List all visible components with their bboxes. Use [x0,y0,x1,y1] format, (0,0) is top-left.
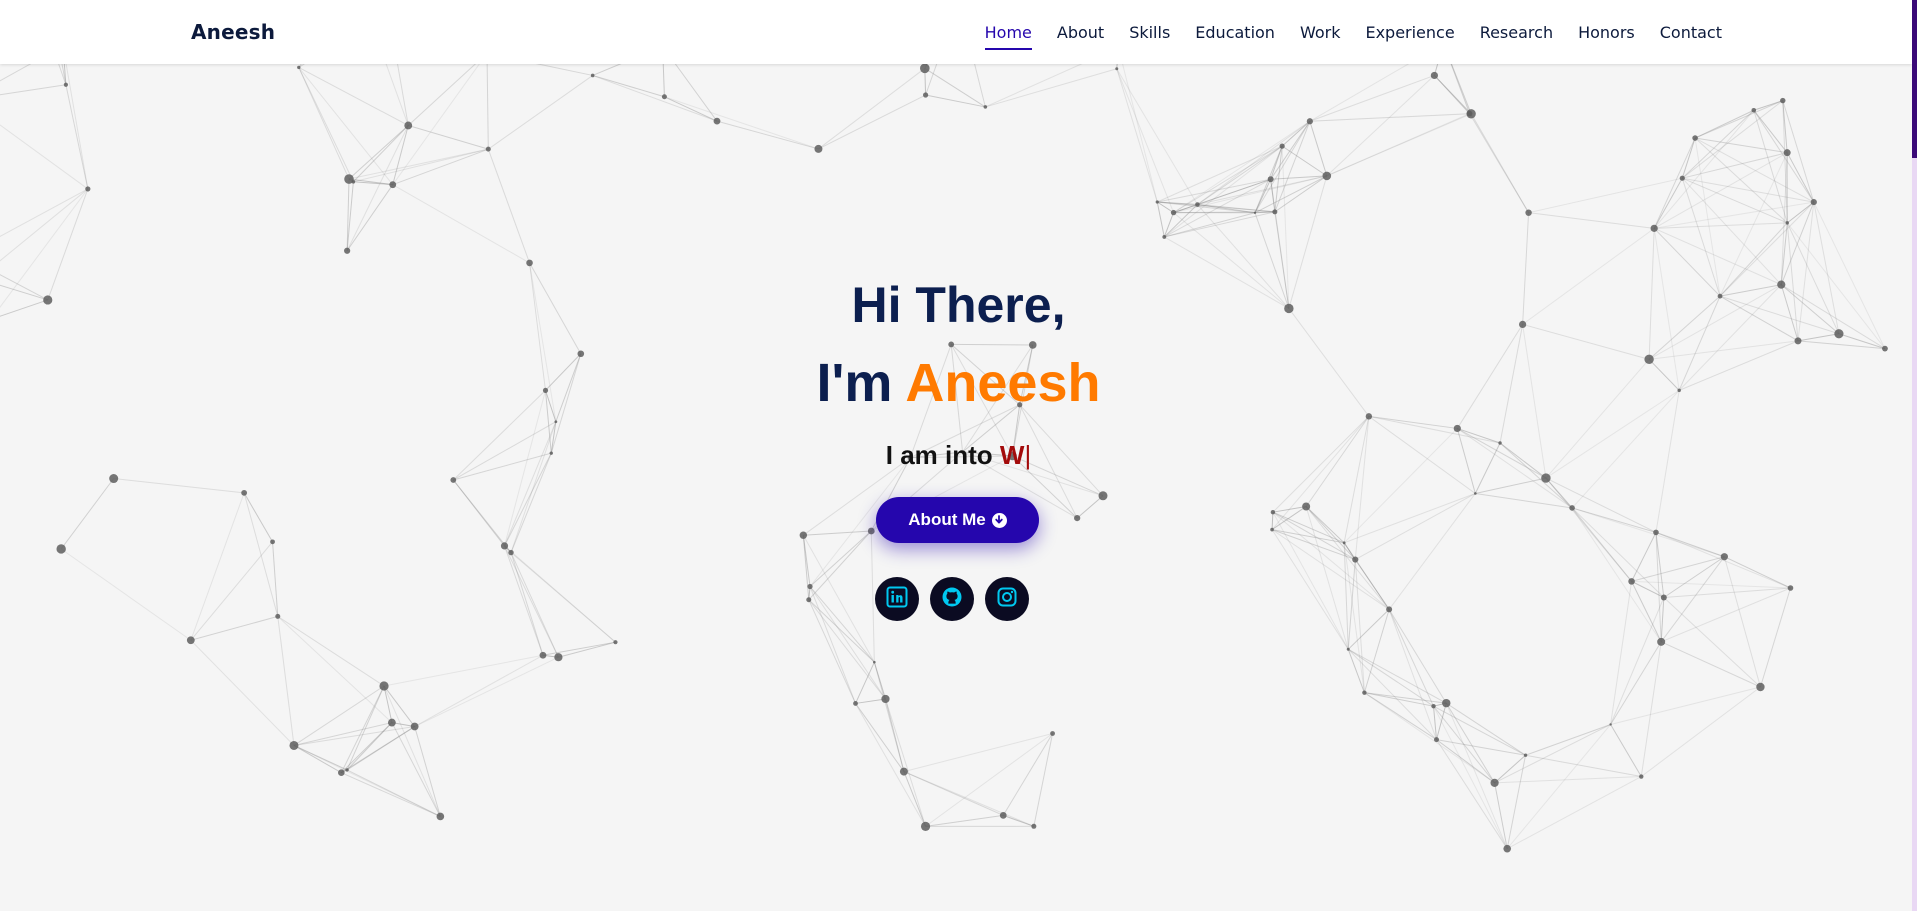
nav-item-contact[interactable]: Contact [1660,19,1722,46]
nav-item-experience[interactable]: Experience [1365,19,1454,46]
nav-item-skills[interactable]: Skills [1129,19,1170,46]
linkedin-icon [886,586,908,612]
nav-item-home[interactable]: Home [984,19,1033,50]
hero-greeting: Hi There, [851,277,1066,333]
nav-item-education[interactable]: Education [1195,19,1275,46]
nav-item-work[interactable]: Work [1300,19,1341,46]
linkedin-button[interactable] [875,577,919,621]
top-navbar: Aneesh Home About Skills Education Work … [0,0,1912,64]
about-me-label: About Me [908,510,986,529]
github-icon [941,586,963,612]
instagram-icon [996,586,1018,612]
arrow-down-circle-icon [991,512,1007,528]
hero-name: Aneesh [905,353,1101,413]
nav-item-honors[interactable]: Honors [1578,19,1635,46]
social-links [875,577,1029,621]
typed-tagline: I am into W| [0,440,1917,471]
nav-item-about[interactable]: About [1057,19,1104,46]
about-me-button[interactable]: About Me [876,497,1039,543]
typed-prefix: I am into [885,440,993,470]
hero-intro-prefix: I'm [816,353,893,413]
brand-logo[interactable]: Aneesh [191,20,275,44]
scrollbar-thumb[interactable] [1912,0,1917,158]
typed-text: W [999,440,1025,470]
instagram-button[interactable] [985,577,1029,621]
nav-menu: Home About Skills Education Work Experie… [960,0,1722,64]
hero-intro: I'm Aneesh [0,356,1917,410]
hero-section: Hi There, I'm Aneesh I am into W| About … [0,0,1917,911]
nav-item-research[interactable]: Research [1480,19,1553,46]
typed-caret: | [1024,440,1032,470]
github-button[interactable] [930,577,974,621]
